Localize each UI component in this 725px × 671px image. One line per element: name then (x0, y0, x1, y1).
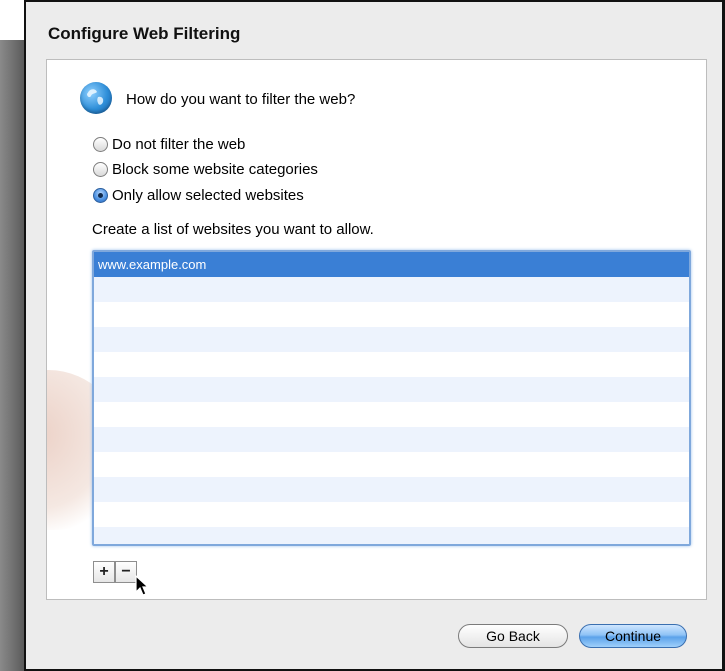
continue-button[interactable]: Continue (579, 624, 687, 648)
radio-label: Block some website categories (112, 161, 318, 178)
add-website-button[interactable]: + (93, 561, 115, 583)
content-panel: How do you want to filter the web? Do no… (46, 59, 707, 600)
radio-button-selected[interactable] (93, 188, 108, 203)
radio-label: Only allow selected websites (112, 187, 304, 204)
filter-question: How do you want to filter the web? (126, 91, 356, 108)
list-item[interactable]: www.example.com (94, 252, 689, 277)
globe-icon (80, 82, 112, 114)
remove-website-button[interactable]: − (115, 561, 137, 583)
radio-only-allow-selected[interactable]: Only allow selected websites (93, 187, 304, 204)
radio-label: Do not filter the web (112, 136, 246, 153)
dialog-title: Configure Web Filtering (48, 24, 241, 43)
radio-block-categories[interactable]: Block some website categories (93, 161, 318, 178)
allowed-websites-list[interactable]: www.example.com (92, 250, 691, 546)
radio-do-not-filter[interactable]: Do not filter the web (93, 136, 245, 153)
mouse-pointer-icon (135, 575, 150, 596)
radio-button[interactable] (93, 162, 108, 177)
configure-web-filtering-dialog: Configure Web Filtering How do you want … (24, 0, 725, 671)
window-shadow (0, 40, 24, 671)
radio-button[interactable] (93, 137, 108, 152)
go-back-button[interactable]: Go Back (458, 624, 568, 648)
list-caption: Create a list of websites you want to al… (92, 221, 374, 238)
